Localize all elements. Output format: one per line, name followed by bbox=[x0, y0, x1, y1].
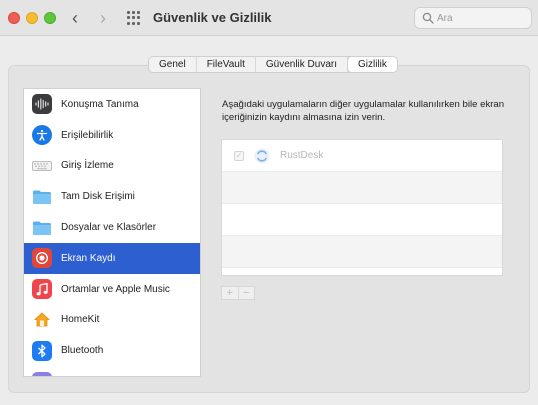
tab-privacy[interactable]: Gizlilik bbox=[348, 57, 397, 72]
sidebar-item-bluetooth[interactable]: Bluetooth bbox=[24, 335, 200, 366]
sidebar-item-partial bbox=[24, 366, 200, 376]
home-icon bbox=[32, 309, 52, 330]
waveform-icon bbox=[32, 94, 52, 115]
sidebar-item-input-monitoring[interactable]: Giriş İzleme bbox=[24, 151, 200, 182]
privacy-category-list: Konuşma Tanıma Erişilebilirlik Giriş İzl… bbox=[23, 88, 201, 377]
keyboard-icon bbox=[32, 156, 52, 176]
sidebar-item-speech-recognition[interactable]: Konuşma Tanıma bbox=[24, 89, 200, 120]
sidebar-item-label: Tam Disk Erişimi bbox=[61, 191, 135, 203]
sidebar-item-accessibility[interactable]: Erişilebilirlik bbox=[24, 120, 200, 151]
tab-general[interactable]: Genel bbox=[149, 57, 197, 72]
sidebar-item-label: Dosyalar ve Klasörler bbox=[61, 222, 157, 234]
add-app-button[interactable]: + bbox=[222, 287, 239, 299]
sidebar-item-label: Bluetooth bbox=[61, 345, 104, 357]
app-name: RustDesk bbox=[280, 150, 324, 161]
sidebar-item-media-and-apple-music[interactable]: Ortamlar ve Apple Music bbox=[24, 274, 200, 305]
list-item bbox=[222, 204, 502, 236]
sidebar-item-label: Ortamlar ve Apple Music bbox=[61, 283, 170, 295]
tab-bar: Genel FileVault Güvenlik Duvarı Gizlilik bbox=[148, 56, 398, 73]
sidebar-item-files-and-folders[interactable]: Dosyalar ve Klasörler bbox=[24, 212, 200, 243]
permission-description: Aşağıdaki uygulamaların diğer uygulamala… bbox=[222, 99, 505, 123]
list-item[interactable]: ✓ RustDesk bbox=[222, 140, 502, 172]
search-input[interactable] bbox=[437, 10, 527, 26]
music-icon bbox=[32, 279, 52, 300]
bluetooth-icon bbox=[32, 340, 52, 361]
tab-firewall[interactable]: Güvenlik Duvarı bbox=[256, 57, 348, 72]
window-title: Güvenlik ve Gizlilik bbox=[153, 10, 272, 25]
search-icon bbox=[422, 12, 434, 24]
app-icon bbox=[32, 371, 52, 376]
allowed-apps-list: ✓ RustDesk bbox=[221, 139, 503, 276]
minimize-window-button[interactable] bbox=[26, 12, 38, 24]
rustdesk-icon bbox=[254, 148, 270, 163]
sidebar-item-full-disk-access[interactable]: Tam Disk Erişimi bbox=[24, 181, 200, 212]
sidebar-item-screen-recording[interactable]: Ekran Kaydı bbox=[24, 242, 200, 274]
accessibility-icon bbox=[32, 125, 52, 146]
sidebar-item-label: Ekran Kaydı bbox=[61, 252, 116, 264]
folder-icon bbox=[32, 218, 52, 238]
sidebar-item-homekit[interactable]: HomeKit bbox=[24, 305, 200, 336]
screen-record-icon bbox=[32, 248, 52, 269]
sidebar-item-label: Erişilebilirlik bbox=[61, 129, 114, 141]
folder-icon bbox=[32, 187, 52, 207]
tab-filevault[interactable]: FileVault bbox=[197, 57, 256, 72]
app-permission-checkbox[interactable]: ✓ bbox=[234, 150, 244, 161]
close-window-button[interactable] bbox=[8, 12, 20, 24]
list-item bbox=[222, 172, 502, 204]
search-field[interactable] bbox=[414, 7, 532, 29]
back-chevron-icon[interactable]: ‹ bbox=[66, 8, 84, 28]
add-remove-control: + − bbox=[221, 286, 255, 300]
sidebar-item-label: Konuşma Tanıma bbox=[61, 98, 139, 110]
list-item bbox=[222, 236, 502, 268]
title-bar: ‹ › Güvenlik ve Gizlilik bbox=[0, 0, 538, 36]
sidebar-item-label: HomeKit bbox=[61, 314, 100, 326]
show-all-grid-icon[interactable] bbox=[127, 11, 141, 25]
remove-app-button[interactable]: − bbox=[239, 287, 255, 299]
forward-chevron-icon[interactable]: › bbox=[94, 8, 112, 28]
zoom-window-button[interactable] bbox=[44, 12, 56, 24]
sidebar-item-label: Giriş İzleme bbox=[61, 160, 114, 172]
